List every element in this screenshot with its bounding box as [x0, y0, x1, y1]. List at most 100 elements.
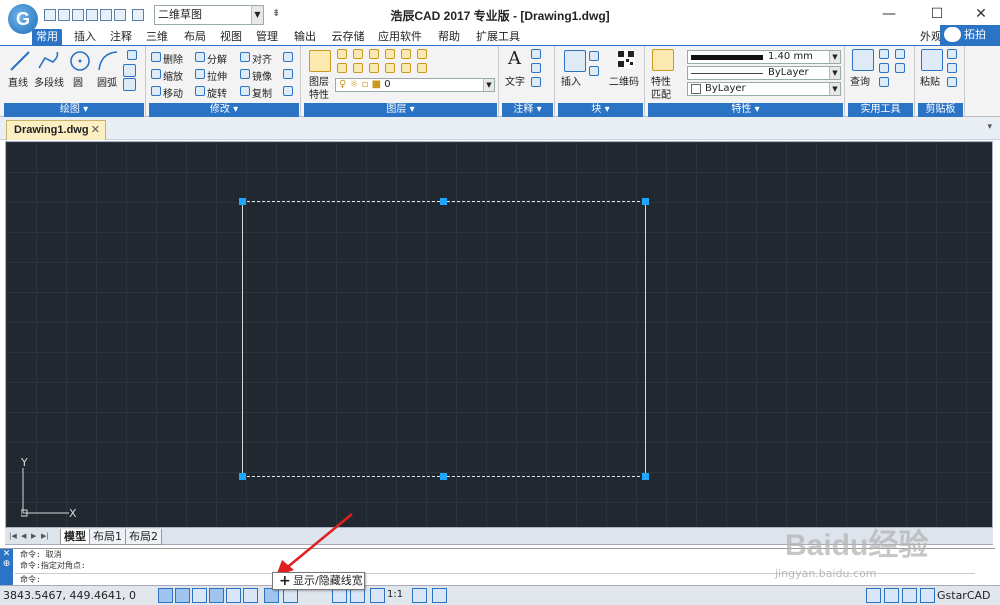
close-button[interactable]: ✕	[958, 0, 1000, 28]
annotation-visibility-icon[interactable]	[432, 588, 447, 603]
layer-tool-icon[interactable]	[417, 49, 427, 59]
modify-scale-label[interactable]: 缩放	[163, 68, 183, 83]
point-icon[interactable]	[127, 50, 137, 60]
tab-layout2[interactable]: 布局2	[125, 529, 162, 545]
hardware-accel-icon[interactable]	[884, 588, 899, 603]
modify-mirror-label[interactable]: 镜像	[252, 68, 272, 83]
mirror-icon[interactable]	[240, 69, 250, 79]
explode-icon[interactable]	[195, 52, 205, 62]
tab-list-icon[interactable]: ▾	[987, 122, 992, 132]
snap-icon[interactable]	[158, 588, 173, 603]
copy-icon[interactable]	[240, 86, 250, 96]
line-icon[interactable]	[9, 50, 31, 72]
cut-icon[interactable]	[947, 63, 957, 73]
prev-layout-icon[interactable]: ◀	[21, 532, 26, 540]
layer-tool-icon[interactable]	[401, 63, 411, 73]
rotate-icon[interactable]	[195, 86, 205, 96]
panel-modify-title[interactable]: 修改 ▾	[149, 103, 299, 117]
selected-rectangle-right-edge[interactable]	[645, 201, 646, 476]
new-file-icon[interactable]	[44, 9, 56, 21]
polar-icon[interactable]	[209, 588, 224, 603]
stretch-icon[interactable]	[195, 69, 205, 79]
workspace-switch-icon[interactable]	[412, 588, 427, 603]
lock-ui-icon[interactable]	[866, 588, 881, 603]
table-icon[interactable]	[531, 77, 541, 87]
utility-tool-icon[interactable]	[879, 77, 889, 87]
polyline-icon[interactable]	[37, 50, 61, 72]
panel-block-title[interactable]: 块 ▾	[558, 103, 643, 117]
annotation-text-label[interactable]: 文字	[505, 73, 525, 88]
osnap-icon[interactable]	[226, 588, 241, 603]
panel-draw-title[interactable]: 绘图 ▾	[4, 103, 144, 117]
baidu-upload-tab[interactable]: 拓拍	[940, 25, 1000, 45]
copy-base-icon[interactable]	[947, 77, 957, 87]
layer-tool-icon[interactable]	[353, 49, 363, 59]
panel-annotation-title[interactable]: 注释 ▾	[502, 103, 553, 117]
rectangle-icon[interactable]	[123, 78, 136, 91]
color-select[interactable]: ByLayer ▼	[687, 82, 841, 96]
arc-icon[interactable]	[97, 50, 119, 72]
grip-handle[interactable]	[440, 473, 447, 480]
layer-tool-icon[interactable]	[385, 63, 395, 73]
panel-layers-title[interactable]: 图层 ▾	[304, 103, 497, 117]
layer-tool-icon[interactable]	[385, 49, 395, 59]
layer-tool-icon[interactable]	[401, 49, 411, 59]
layer-properties-icon[interactable]	[309, 50, 331, 72]
block-qr-label[interactable]: 二维码	[609, 73, 639, 88]
modify-explode-label[interactable]: 分解	[207, 51, 227, 66]
command-window-handle[interactable]: ✕ ⊕	[0, 549, 13, 585]
create-block-icon[interactable]	[589, 51, 599, 61]
command-input[interactable]: 命令:	[15, 573, 975, 584]
erase-icon[interactable]	[151, 52, 161, 62]
annotation-monitor-icon[interactable]	[350, 588, 365, 603]
utilities-query-label[interactable]: 查询	[850, 73, 870, 88]
undo-icon[interactable]	[114, 9, 126, 21]
modify-align-label[interactable]: 对齐	[252, 51, 272, 66]
utility-tool-icon[interactable]	[895, 63, 905, 73]
lineweight-toggle-icon[interactable]	[264, 588, 279, 603]
modify-move-label[interactable]: 移动	[163, 85, 183, 100]
panel-utilities-title[interactable]: 实用工具	[848, 103, 913, 117]
grip-handle[interactable]	[440, 198, 447, 205]
paste-icon[interactable]	[921, 49, 943, 71]
match-properties-icon[interactable]	[652, 49, 674, 71]
utility-tool-icon[interactable]	[879, 63, 889, 73]
otrack-icon[interactable]	[243, 588, 258, 603]
insert-block-icon[interactable]	[564, 50, 586, 72]
text-icon[interactable]: A	[508, 48, 521, 69]
measure-icon[interactable]	[852, 49, 874, 71]
tab-insert[interactable]: 插入	[70, 29, 100, 45]
open-file-icon[interactable]	[58, 9, 70, 21]
tab-extend[interactable]: 扩展工具	[472, 29, 524, 45]
document-tab[interactable]: Drawing1.dwg ✕	[6, 120, 106, 140]
move-icon[interactable]	[151, 86, 161, 96]
copy-clip-icon[interactable]	[947, 49, 957, 59]
first-layout-icon[interactable]: |◀	[9, 532, 17, 540]
layer-tool-icon[interactable]	[369, 63, 379, 73]
modify-erase-label[interactable]: 删除	[163, 51, 183, 66]
tab-apps[interactable]: 应用软件	[374, 29, 426, 45]
layer-tool-icon[interactable]	[417, 63, 427, 73]
tab-layout1[interactable]: 布局1	[89, 529, 126, 545]
layer-tool-icon[interactable]	[337, 63, 347, 73]
minimize-button[interactable]: —	[866, 0, 912, 28]
utility-tool-icon[interactable]	[895, 49, 905, 59]
align-icon[interactable]	[240, 52, 250, 62]
scale-icon[interactable]	[151, 69, 161, 79]
utility-tool-icon[interactable]	[879, 49, 889, 59]
panel-clipboard-title[interactable]: 剪贴板	[918, 103, 963, 117]
next-layout-icon[interactable]: ▶	[31, 532, 36, 540]
tab-home[interactable]: 常用	[32, 29, 62, 45]
grip-handle[interactable]	[642, 473, 649, 480]
workspace-select[interactable]: 二维草图 ▼	[154, 5, 264, 25]
panel-properties-title[interactable]: 特性 ▾	[648, 103, 843, 117]
grip-handle[interactable]	[239, 473, 246, 480]
gstar-icon[interactable]	[920, 588, 935, 603]
dimension-icon[interactable]	[531, 49, 541, 59]
selected-rectangle-left-edge[interactable]	[242, 201, 243, 476]
layer-tool-icon[interactable]	[369, 49, 379, 59]
leader-icon[interactable]	[531, 63, 541, 73]
close-tab-icon[interactable]: ✕	[91, 121, 100, 139]
customize-qa-icon[interactable]: ⇟	[272, 8, 280, 19]
tab-output[interactable]: 输出	[290, 29, 320, 45]
